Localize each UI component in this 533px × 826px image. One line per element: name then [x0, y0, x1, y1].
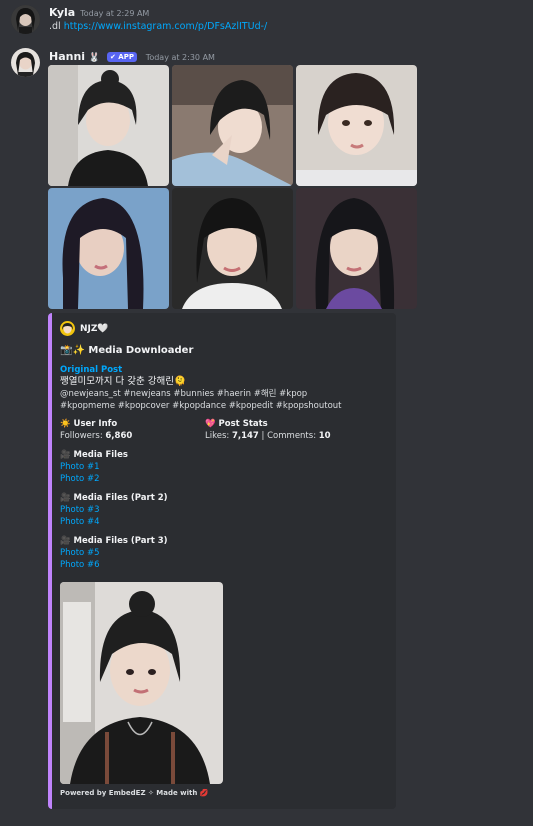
- command-text: .dl: [49, 21, 61, 32]
- comments-value: 10: [318, 431, 331, 441]
- media-group-3: 🎥 Media Files (Part 3) Photo #5 Photo #6: [60, 535, 168, 571]
- original-post-link[interactable]: Original Post: [60, 364, 360, 376]
- media-group-title: 🎥 Media Files: [60, 450, 128, 460]
- field-title: ☀️ User Info: [60, 419, 118, 429]
- field-title: 💖 Post Stats: [205, 419, 268, 429]
- instagram-link[interactable]: https://www.instagram.com/p/DFsAzlITUd-/: [64, 21, 268, 32]
- app-badge: ✔ APP: [106, 52, 137, 62]
- followers-row: Followers: 6,860: [60, 430, 132, 442]
- followers-label: Followers:: [60, 431, 103, 441]
- photo-tile-4[interactable]: [48, 188, 169, 309]
- media-group-2: 🎥 Media Files (Part 2) Photo #3 Photo #4: [60, 492, 168, 528]
- photo-link-5[interactable]: Photo #5: [60, 548, 99, 558]
- photo-link-1[interactable]: Photo #1: [60, 462, 99, 472]
- followers-value: 6,860: [105, 431, 133, 441]
- image-grid: [48, 65, 418, 309]
- embed-footer: Powered by EmbedEZ ✧ Made with 💋: [60, 789, 209, 797]
- embed-author[interactable]: NJZ🤍: [60, 321, 109, 336]
- author-name[interactable]: Kyla: [49, 6, 75, 19]
- embed-image[interactable]: [60, 582, 223, 784]
- embed-author-name: NJZ🤍: [80, 323, 109, 334]
- avatar-kyla[interactable]: [11, 5, 40, 34]
- bunny-emoji: 🐰: [88, 53, 101, 63]
- author-icon: [60, 321, 75, 336]
- photo-tile-2[interactable]: [172, 65, 293, 186]
- photo-tile-1[interactable]: [48, 65, 169, 186]
- photo-link-4[interactable]: Photo #4: [60, 517, 99, 527]
- post-caption: 쨍열미모까지 다 갖춘 강해린🫠: [60, 376, 186, 387]
- media-group-title: 🎥 Media Files (Part 3): [60, 536, 168, 546]
- field-user-info: ☀️ User Info Followers: 6,860: [60, 418, 132, 442]
- photo-tile-6[interactable]: [296, 188, 417, 309]
- embed-card: NJZ🤍 📸✨ Media Downloader Original Post 쨍…: [48, 313, 396, 809]
- media-group-1: 🎥 Media Files Photo #1 Photo #2: [60, 449, 128, 485]
- photo-link-2[interactable]: Photo #2: [60, 474, 99, 484]
- likes-label: Likes:: [205, 431, 230, 441]
- photo-tile-5[interactable]: [172, 188, 293, 309]
- timestamp: Today at 2:29 AM: [80, 9, 150, 18]
- author-name[interactable]: Hanni: [49, 50, 85, 63]
- comments-label: Comments:: [267, 431, 317, 441]
- stats-row: Likes: 7,147 | Comments: 10: [205, 431, 331, 441]
- embed-description: Original Post 쨍열미모까지 다 갖춘 강해린🫠 @newjeans…: [60, 364, 360, 412]
- timestamp: Today at 2:30 AM: [145, 53, 215, 62]
- photo-tile-3[interactable]: [296, 65, 417, 186]
- message-content: .dl https://www.instagram.com/p/DFsAzlIT…: [49, 21, 267, 32]
- media-group-title: 🎥 Media Files (Part 2): [60, 493, 168, 503]
- field-post-stats: 💖 Post Stats Likes: 7,147 | Comments: 10: [205, 418, 331, 442]
- post-hashtags: @newjeans_st #newjeans #bunnies #haerin …: [60, 389, 342, 411]
- embed-title: 📸✨ Media Downloader: [60, 345, 194, 356]
- avatar-hanni[interactable]: [11, 48, 40, 77]
- message-kyla: Kyla Today at 2:29 AM .dl https://www.ins…: [0, 0, 533, 48]
- likes-value: 7,147: [231, 431, 259, 441]
- photo-link-6[interactable]: Photo #6: [60, 560, 99, 570]
- photo-link-3[interactable]: Photo #3: [60, 505, 99, 515]
